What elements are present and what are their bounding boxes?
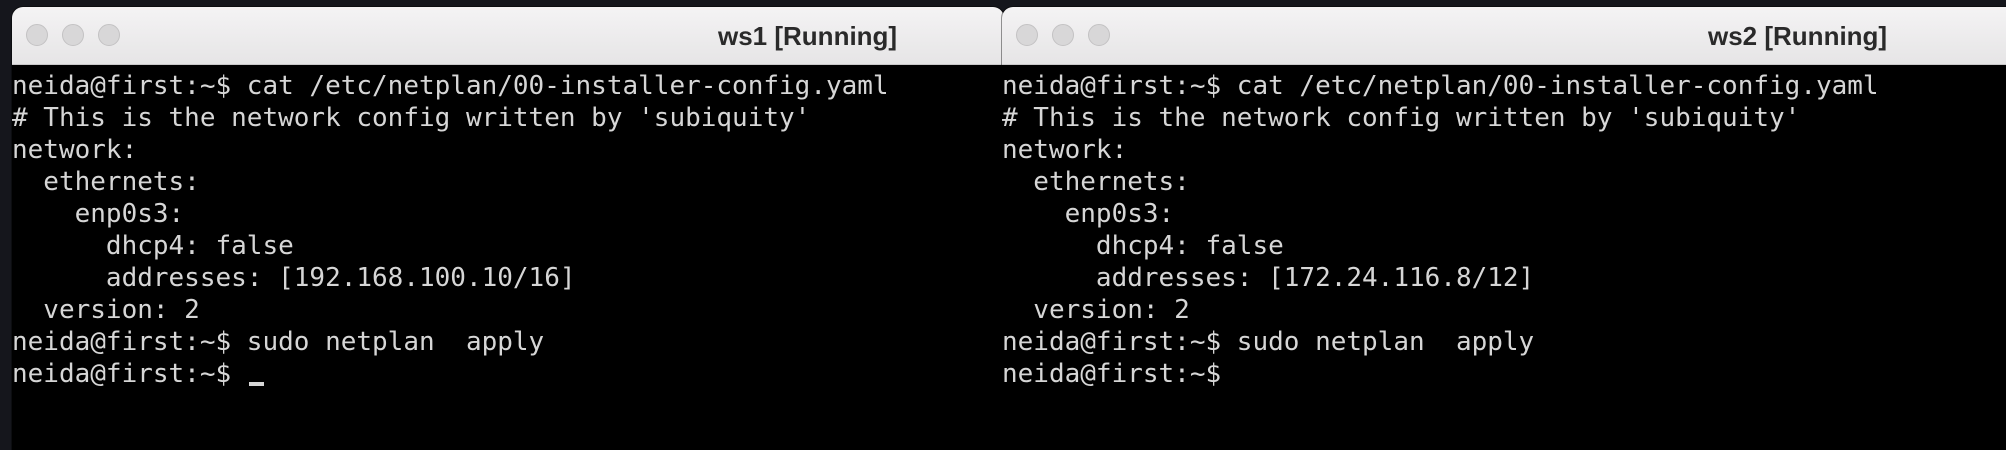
prompt-text: neida@first:~$ bbox=[12, 359, 247, 389]
window-title: ws1 [Running] bbox=[718, 21, 898, 51]
vm-window-ws2[interactable]: ws2 [Running] neida@first:~$ cat /etc/ne… bbox=[1002, 7, 2006, 450]
title-bar[interactable]: ws2 [Running] bbox=[1002, 7, 2006, 65]
terminal-line: neida@first:~$ sudo netplan apply bbox=[12, 327, 545, 357]
close-button[interactable] bbox=[26, 24, 48, 46]
terminal-line: addresses: [172.24.116.8/12] bbox=[1002, 263, 1535, 293]
terminal-console[interactable]: neida@first:~$ cat /etc/netplan/00-insta… bbox=[12, 65, 1004, 450]
terminal-line: network: bbox=[1002, 135, 1128, 165]
terminal-line: enp0s3: bbox=[1002, 199, 1175, 229]
close-button[interactable] bbox=[1016, 24, 1038, 46]
text-cursor bbox=[248, 382, 264, 386]
terminal-prompt-line[interactable]: neida@first:~$ bbox=[1002, 358, 2006, 390]
terminal-line: enp0s3: bbox=[12, 199, 185, 229]
window-title: ws2 [Running] bbox=[1708, 21, 1888, 51]
vm-window-ws1[interactable]: ws1 [Running] neida@first:~$ cat /etc/ne… bbox=[12, 7, 1004, 450]
terminal-line: network: bbox=[12, 135, 138, 165]
terminal-line: neida@first:~$ sudo netplan apply bbox=[1002, 327, 1535, 357]
terminal-line: version: 2 bbox=[12, 295, 200, 325]
terminal-line: ethernets: bbox=[12, 167, 200, 197]
terminal-line: dhcp4: false bbox=[12, 231, 294, 261]
terminal-console[interactable]: neida@first:~$ cat /etc/netplan/00-insta… bbox=[1002, 65, 2006, 450]
terminal-prompt-line[interactable]: neida@first:~$ bbox=[12, 358, 1004, 390]
minimize-button[interactable] bbox=[1052, 24, 1074, 46]
zoom-button[interactable] bbox=[1088, 24, 1110, 46]
terminal-line: # This is the network config written by … bbox=[1002, 103, 1801, 133]
terminal-line: ethernets: bbox=[1002, 167, 1190, 197]
desktop: ws1 [Running] neida@first:~$ cat /etc/ne… bbox=[0, 0, 2006, 450]
terminal-line: version: 2 bbox=[1002, 295, 1190, 325]
terminal-line: addresses: [192.168.100.10/16] bbox=[12, 263, 576, 293]
terminal-line: neida@first:~$ cat /etc/netplan/00-insta… bbox=[12, 71, 889, 101]
zoom-button[interactable] bbox=[98, 24, 120, 46]
terminal-line: dhcp4: false bbox=[1002, 231, 1284, 261]
title-bar[interactable]: ws1 [Running] bbox=[12, 7, 1004, 65]
window-controls bbox=[26, 24, 120, 46]
terminal-line: neida@first:~$ cat /etc/netplan/00-insta… bbox=[1002, 71, 1879, 101]
minimize-button[interactable] bbox=[62, 24, 84, 46]
terminal-line: # This is the network config written by … bbox=[12, 103, 811, 133]
window-controls bbox=[1016, 24, 1110, 46]
